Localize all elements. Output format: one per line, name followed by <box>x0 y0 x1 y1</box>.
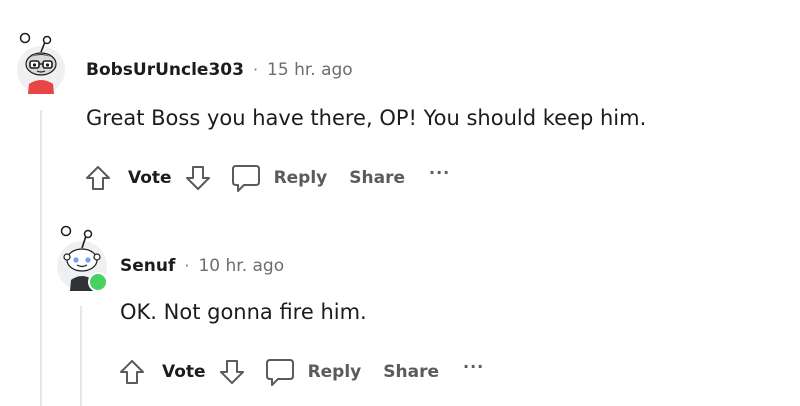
vote-count: Vote <box>162 362 206 382</box>
author-name[interactable]: BobsUrUncle303 <box>86 60 244 80</box>
online-status-indicator <box>88 272 108 292</box>
meta-separator: · <box>184 256 190 275</box>
reply-label: Reply <box>307 362 362 382</box>
upvote-button[interactable] <box>80 160 116 196</box>
arrow-down-icon <box>185 166 210 190</box>
reply-button[interactable]: Reply <box>264 356 362 388</box>
author-name[interactable]: Senuf <box>120 256 175 276</box>
comment-body: Great Boss you have there, OP! You shoul… <box>86 106 647 130</box>
share-button[interactable]: Share <box>349 168 405 188</box>
meta-separator: · <box>252 60 259 79</box>
more-options-button[interactable]: ··· <box>463 357 484 376</box>
snoo-glasses-avatar-icon <box>17 32 65 94</box>
arrow-up-icon <box>86 166 110 190</box>
chat-bubble-icon <box>231 165 260 192</box>
avatar[interactable] <box>54 222 110 292</box>
thread-line-reply[interactable] <box>80 306 82 406</box>
comment-timestamp[interactable]: 15 hr. ago <box>267 60 353 80</box>
comment-meta: BobsUrUncle303 · 15 hr. ago <box>86 60 353 80</box>
vote-count: Vote <box>128 168 172 188</box>
more-options-button[interactable]: ··· <box>429 163 450 182</box>
upvote-button[interactable] <box>114 354 150 390</box>
share-button[interactable]: Share <box>383 362 439 382</box>
downvote-button[interactable] <box>214 354 250 390</box>
thread-line-top[interactable] <box>40 110 42 406</box>
chat-bubble-icon <box>265 359 294 386</box>
arrow-down-icon <box>219 360 244 384</box>
comment-body: OK. Not gonna fire him. <box>120 300 367 324</box>
reply-button[interactable]: Reply <box>230 162 328 194</box>
comment-actions: Vote Reply Share ··· <box>80 160 450 196</box>
comment-meta: Senuf · 10 hr. ago <box>120 256 284 276</box>
arrow-up-icon <box>120 360 144 384</box>
comment-timestamp[interactable]: 10 hr. ago <box>198 256 284 276</box>
comment-actions: Vote Reply Share ··· <box>114 354 484 390</box>
downvote-button[interactable] <box>180 160 216 196</box>
avatar[interactable] <box>14 30 68 94</box>
reply-label: Reply <box>273 168 328 188</box>
